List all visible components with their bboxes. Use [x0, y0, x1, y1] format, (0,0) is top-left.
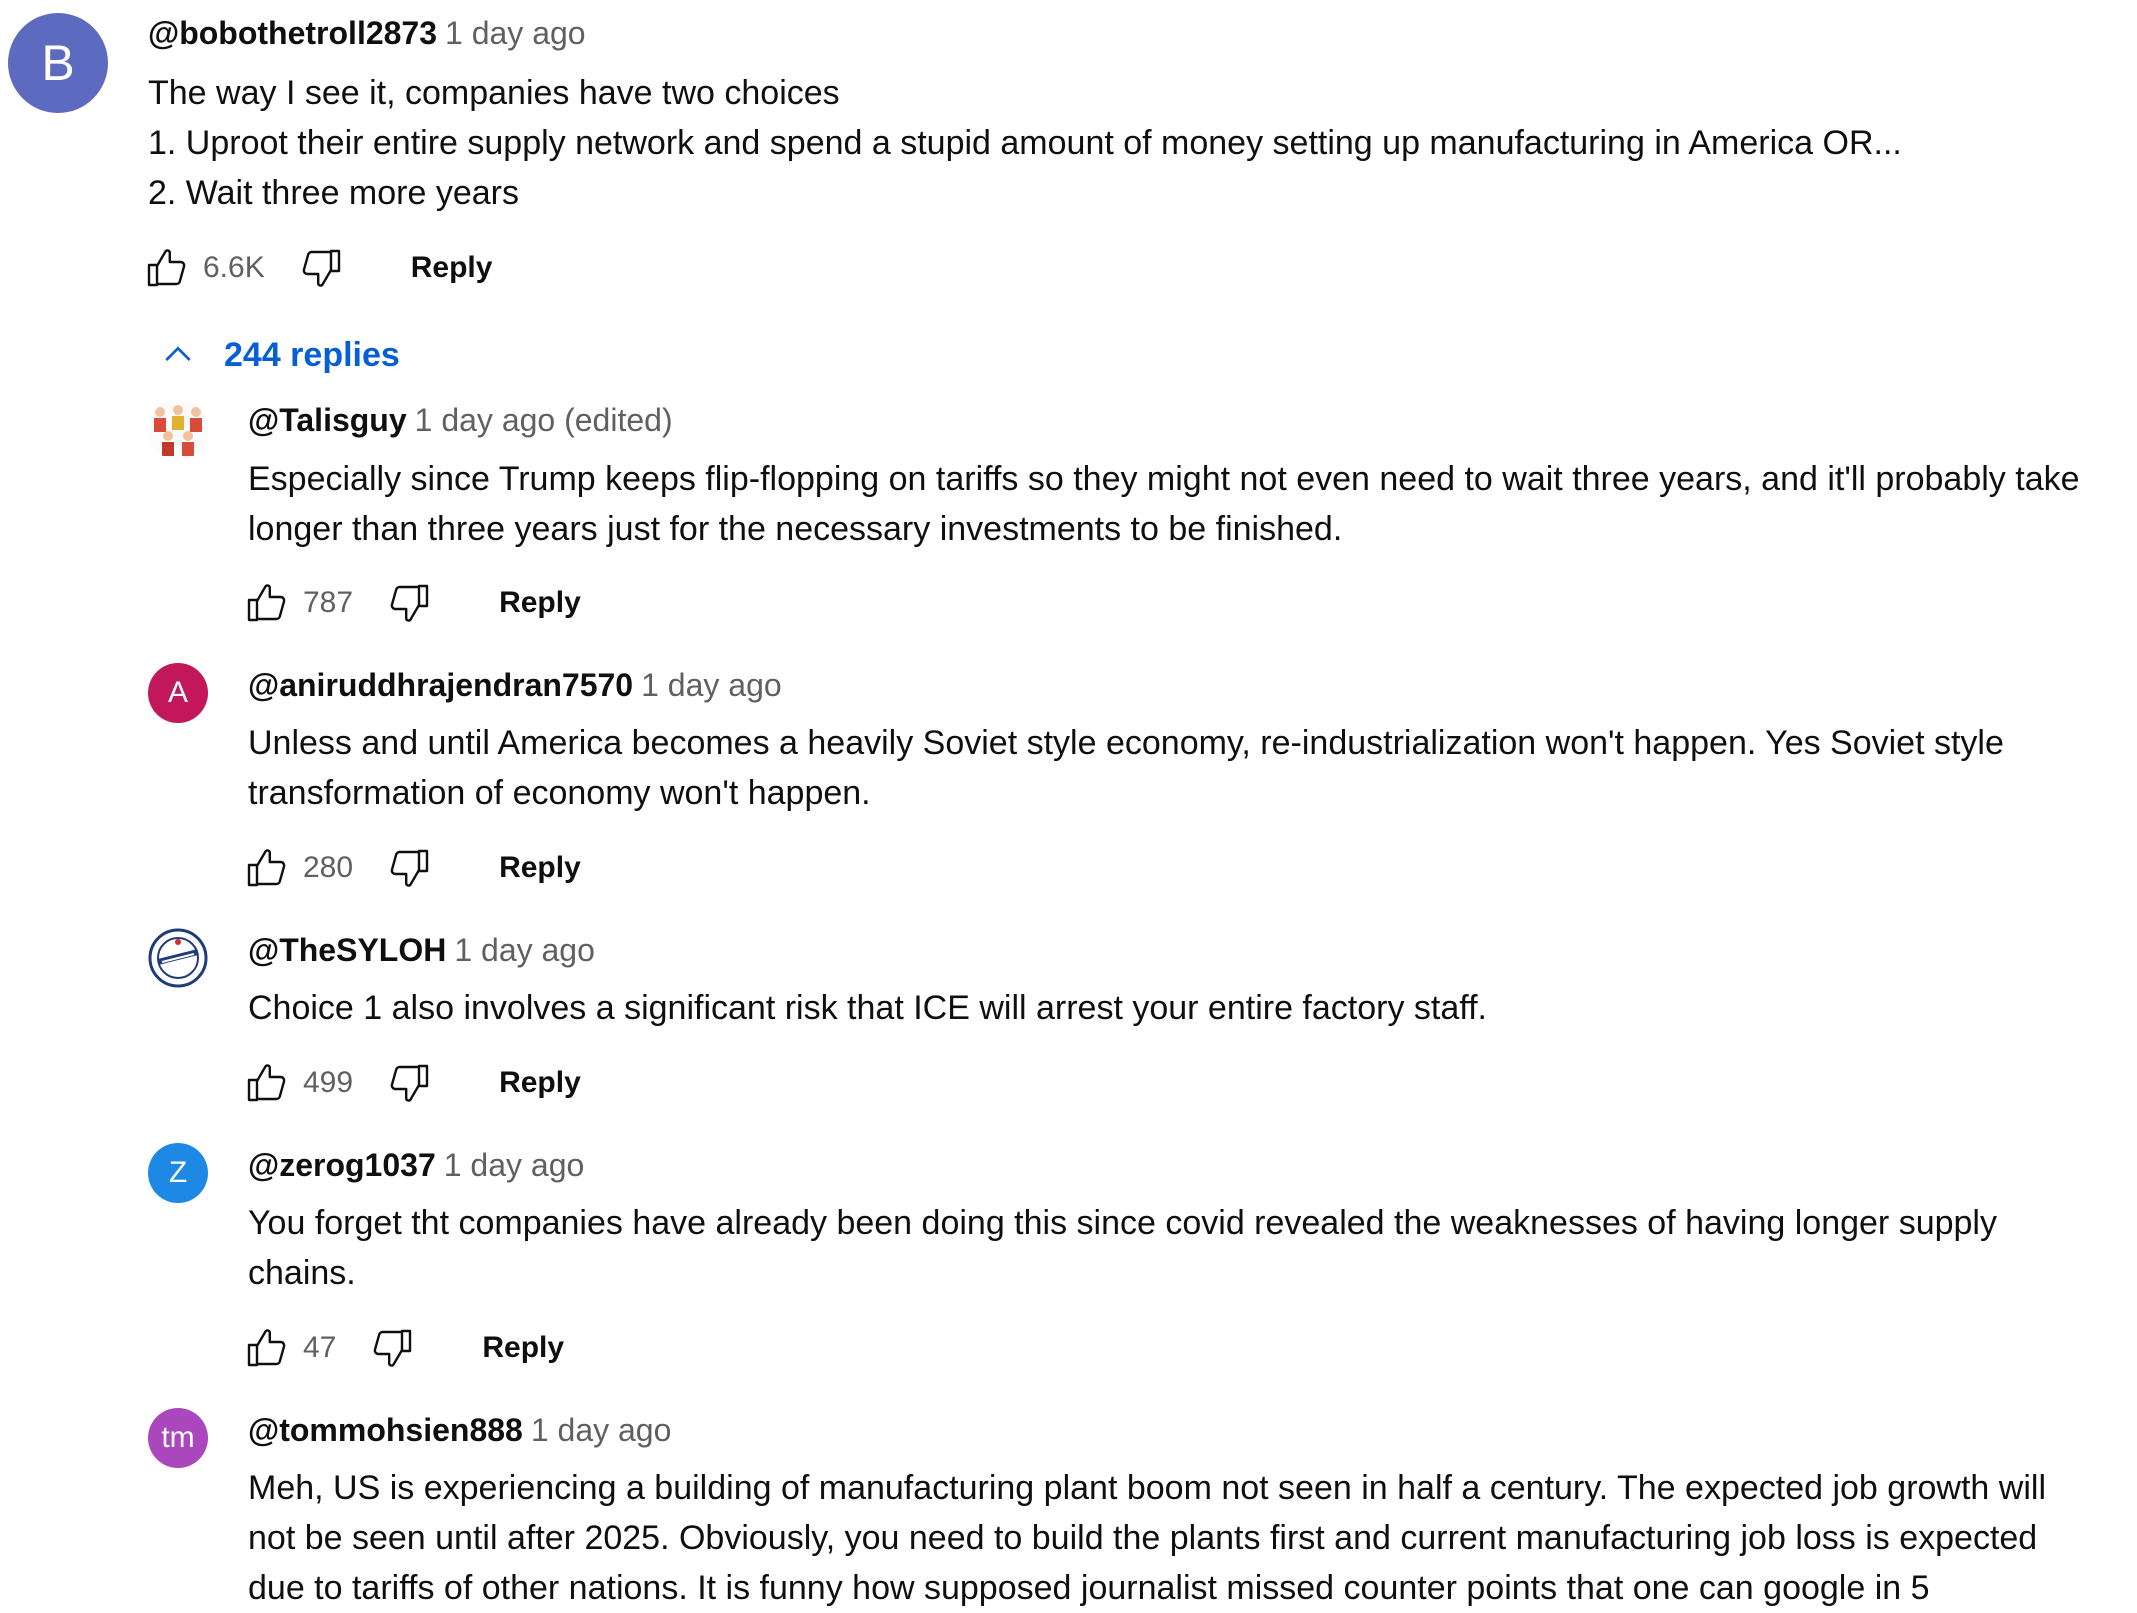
thumbs-down-icon[interactable]	[385, 844, 433, 892]
comment-line: Meh, US is experiencing a building of ma…	[248, 1469, 2046, 1507]
comment-line: not be seen until after 2025. Obviously,…	[248, 1519, 2038, 1557]
comment-author[interactable]: @Talisguy	[248, 402, 407, 438]
chevron-up-icon	[165, 346, 191, 361]
comment-timestamp[interactable]: 1 day ago (edited)	[415, 402, 673, 438]
comment-line: Choice 1 also involves a significant ris…	[248, 989, 1487, 1027]
avatar[interactable]	[148, 928, 208, 988]
like-count: 6.6K	[203, 251, 265, 284]
comment-text: Especially since Trump keeps flip-floppi…	[248, 454, 2080, 554]
comment-line: due to tariffs of other nations. It is f…	[248, 1569, 1930, 1607]
comment-author[interactable]: @TheSYLOH	[248, 932, 446, 968]
avatar[interactable]: B	[8, 13, 108, 113]
thumbs-down-icon[interactable]	[368, 1324, 416, 1372]
thumbs-down-icon[interactable]	[297, 244, 345, 292]
comment-text: Unless and until America becomes a heavi…	[248, 718, 2004, 818]
comment-header: @zerog1037 1 day ago	[248, 1147, 584, 1184]
comment-header: @Talisguy 1 day ago (edited)	[248, 402, 673, 439]
comment-timestamp[interactable]: 1 day ago	[444, 1147, 585, 1183]
thumbs-up-icon[interactable]	[243, 1324, 291, 1372]
avatar-letter: A	[167, 676, 188, 709]
comment-line: The way I see it, companies have two cho…	[148, 74, 840, 112]
avatar[interactable]: A	[148, 663, 208, 723]
like-count: 280	[303, 851, 354, 884]
comment-line: transformation of economy won't happen.	[248, 774, 871, 812]
avatar[interactable]	[148, 400, 208, 460]
emblem-avatar	[148, 928, 208, 988]
like-count: 47	[303, 1331, 337, 1364]
thumbs-down-icon[interactable]	[385, 1059, 433, 1107]
comment-author[interactable]: @bobothetroll2873	[148, 15, 437, 51]
like-count: 499	[303, 1066, 354, 1099]
thumbs-down-icon[interactable]	[385, 579, 433, 627]
comment-thread: B @bobothetroll2873 1 day ago The way I s…	[0, 0, 2137, 1607]
comment-header: @tommohsien888 1 day ago	[248, 1412, 671, 1449]
cartoon-figures-avatar	[148, 400, 208, 460]
replies-toggle-button[interactable]: 244 replies	[158, 328, 400, 382]
comment-header: @aniruddhrajendran7570 1 day ago	[248, 667, 782, 704]
reply-button[interactable]: Reply	[499, 586, 581, 620]
comment-timestamp[interactable]: 1 day ago	[641, 667, 782, 703]
comment-header: @bobothetroll2873 1 day ago	[148, 15, 586, 52]
avatar[interactable]: Z	[148, 1143, 208, 1203]
thumbs-up-icon[interactable]	[243, 1059, 291, 1107]
thumbs-up-icon[interactable]	[243, 579, 291, 627]
comment-line: chains.	[248, 1254, 356, 1292]
comment-text: You forget tht companies have already be…	[248, 1198, 1997, 1298]
thumbs-up-icon[interactable]	[143, 244, 191, 292]
comment-author[interactable]: @aniruddhrajendran7570	[248, 667, 633, 703]
comment-line: 1. Uproot their entire supply network an…	[148, 124, 1902, 162]
comment-actions: 787 Reply	[243, 573, 581, 633]
comment-author[interactable]: @tommohsien888	[248, 1412, 523, 1448]
like-count: 787	[303, 586, 354, 619]
comment-text: The way I see it, companies have two cho…	[148, 68, 1902, 218]
comment-timestamp[interactable]: 1 day ago	[454, 932, 595, 968]
thumbs-up-icon[interactable]	[243, 844, 291, 892]
comment-timestamp[interactable]: 1 day ago	[445, 15, 586, 51]
avatar[interactable]: tm	[148, 1408, 208, 1468]
comment-author[interactable]: @zerog1037	[248, 1147, 436, 1183]
comment-timestamp[interactable]: 1 day ago	[531, 1412, 672, 1448]
comment-actions: 6.6K Reply	[143, 238, 492, 298]
reply-button[interactable]: Reply	[482, 1331, 564, 1365]
comment-actions: 499 Reply	[243, 1053, 581, 1113]
comment-text: Meh, US is experiencing a building of ma…	[248, 1463, 2046, 1613]
comment-text: Choice 1 also involves a significant ris…	[248, 983, 1487, 1033]
reply-button[interactable]: Reply	[411, 251, 493, 285]
comment-line: You forget tht companies have already be…	[248, 1204, 1997, 1242]
replies-count-label: 244 replies	[224, 335, 400, 374]
comment-line: 2. Wait three more years	[148, 174, 519, 212]
comment-line: Especially since Trump keeps flip-floppi…	[248, 460, 2080, 498]
avatar-letter: B	[41, 35, 75, 91]
comment-actions: 47 Reply	[243, 1318, 564, 1378]
reply-button[interactable]: Reply	[499, 851, 581, 885]
avatar-letter: Z	[168, 1156, 188, 1189]
reply-button[interactable]: Reply	[499, 1066, 581, 1100]
avatar-letter: tm	[161, 1421, 195, 1454]
comment-actions: 280 Reply	[243, 838, 581, 898]
comment-line: longer than three years just for the nec…	[248, 510, 1343, 548]
comment-line: Unless and until America becomes a heavi…	[248, 724, 2004, 762]
comment-header: @TheSYLOH 1 day ago	[248, 932, 595, 969]
